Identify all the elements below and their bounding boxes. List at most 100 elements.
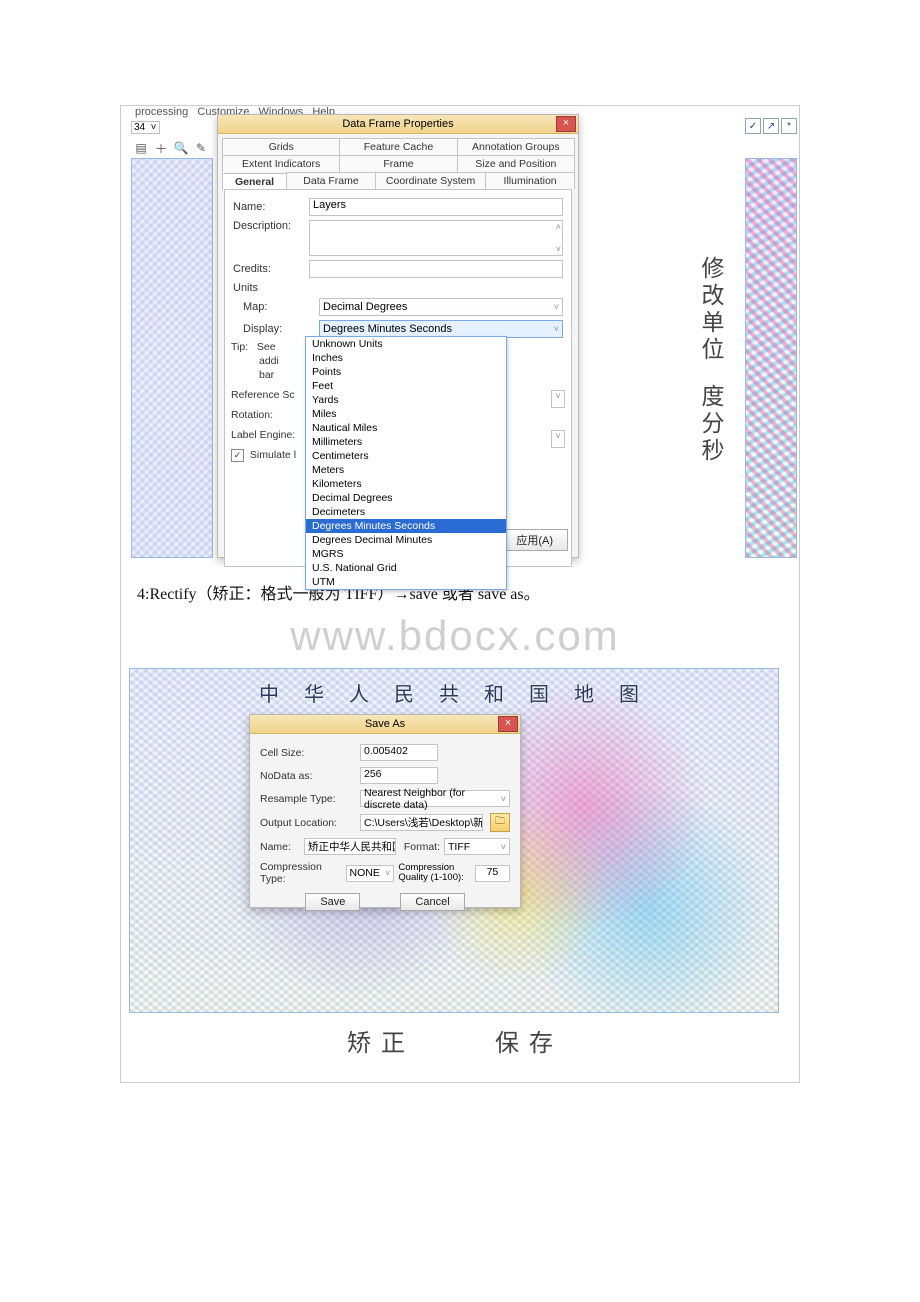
tab-data-frame[interactable]: Data Frame — [286, 172, 376, 189]
annotation-save: 保存 — [495, 1023, 563, 1058]
units-option[interactable]: Degrees Decimal Minutes — [306, 533, 506, 547]
find-icon[interactable]: 🔍 — [173, 140, 189, 156]
map-units-label: Map: — [233, 301, 313, 313]
output-location-label: Output Location: — [260, 817, 356, 829]
scroll-up-icon[interactable]: ˄ — [556, 222, 561, 232]
units-option[interactable]: Kilometers — [306, 477, 506, 491]
general-tab-body: Name: Layers Description: ˄ ˅ Credits: — [224, 189, 572, 567]
close-button[interactable]: × — [498, 716, 518, 732]
browse-folder-button[interactable]: 🗀 — [490, 813, 510, 832]
scale-combo[interactable]: 34 ˅ — [131, 121, 160, 134]
layers-icon[interactable]: ▤ — [133, 140, 149, 156]
units-label: Units — [233, 282, 303, 294]
dialog-titlebar: Data Frame Properties × — [218, 115, 578, 134]
watermark: www.bdocx.com — [131, 612, 779, 660]
units-option[interactable]: Centimeters — [306, 449, 506, 463]
units-option[interactable]: Millimeters — [306, 435, 506, 449]
figure-data-frame-properties: processing Customize Windows Help 34 ˅ ▤… — [131, 106, 779, 556]
units-option[interactable]: Nautical Miles — [306, 421, 506, 435]
tip-label: Tip: — [231, 341, 248, 353]
edit-icon[interactable]: ✎ — [193, 140, 209, 156]
format-combo[interactable]: TIFF ˅ — [444, 838, 510, 855]
simulate-checkbox[interactable]: ✓ — [231, 449, 244, 462]
label-engine-label: Label Engine: — [231, 428, 311, 442]
units-option[interactable]: Unknown Units — [306, 337, 506, 351]
dialog-title: Data Frame Properties — [342, 118, 453, 130]
tool-arrow-icon[interactable]: ↗ — [763, 118, 779, 134]
annotation-change-units: 修改单位 — [693, 256, 727, 364]
name-input[interactable]: Layers — [309, 198, 563, 216]
annotation-rectify: 矫正 — [347, 1023, 415, 1058]
display-units-dropdown[interactable]: Unknown UnitsInchesPointsFeetYardsMilesN… — [305, 336, 507, 590]
units-option[interactable]: MGRS — [306, 547, 506, 561]
dropdown-caret-icon: ˅ — [501, 794, 506, 804]
right-toolbar: ✓ ↗ * — [745, 118, 797, 134]
units-option[interactable]: UTM — [306, 575, 506, 589]
map-preview-right — [745, 158, 797, 558]
apply-button[interactable]: 应用(A) — [501, 529, 568, 551]
cell-size-input[interactable]: 0.005402 — [360, 744, 438, 761]
description-label: Description: — [233, 220, 303, 232]
units-option[interactable]: Points — [306, 365, 506, 379]
units-option[interactable]: Meters — [306, 463, 506, 477]
close-button[interactable]: × — [556, 116, 576, 132]
display-units-label: Display: — [233, 323, 313, 335]
tab-feature-cache[interactable]: Feature Cache — [339, 138, 457, 155]
figure-save-as: 中 华 人 民 共 和 国 地 图 Save As × Cell Size: 0… — [129, 668, 779, 1013]
units-option[interactable]: Yards — [306, 393, 506, 407]
resample-label: Resample Type: — [260, 793, 356, 805]
tip-text-2: addi — [231, 354, 311, 368]
compression-quality-input[interactable]: 75 — [475, 865, 510, 882]
description-textarea[interactable]: ˄ ˅ — [309, 220, 563, 256]
units-option[interactable]: Degrees Minutes Seconds — [306, 519, 506, 533]
menu-processing[interactable]: processing — [135, 106, 188, 118]
dialog-tabs: Grids Feature Cache Annotation Groups Ex… — [218, 134, 578, 189]
units-option[interactable]: Inches — [306, 351, 506, 365]
save-button[interactable]: Save — [305, 893, 360, 911]
nodata-label: NoData as: — [260, 770, 356, 782]
units-option[interactable]: Decimal Degrees — [306, 491, 506, 505]
dropdown-caret-icon: ˅ — [385, 868, 390, 878]
dropdown-caret-icon: ˅ — [554, 302, 559, 312]
units-option[interactable]: U.S. National Grid — [306, 561, 506, 575]
scale-value: 34 — [134, 122, 145, 133]
label-engine-combo-caret[interactable]: ˅ — [551, 430, 565, 448]
nodata-input[interactable]: 256 — [360, 767, 438, 784]
dropdown-caret-icon: ˅ — [554, 324, 559, 334]
units-option[interactable]: Feet — [306, 379, 506, 393]
output-location-input[interactable]: C:\Users\浅若\Desktop\新建文件夹\Ne — [360, 814, 483, 831]
tab-coordinate-system[interactable]: Coordinate System — [375, 172, 486, 189]
tab-illumination[interactable]: Illumination — [485, 172, 575, 189]
credits-input[interactable] — [309, 260, 563, 278]
compression-type-label: Compression Type: — [260, 861, 342, 885]
save-as-dialog: Save As × Cell Size: 0.005402 NoData as:… — [249, 714, 521, 908]
tab-size-position[interactable]: Size and Position — [457, 155, 575, 172]
reference-scale-combo-caret[interactable]: ˅ — [551, 390, 565, 408]
units-option[interactable]: Decimeters — [306, 505, 506, 519]
tip-text-3: bar — [231, 368, 311, 382]
dropdown-caret-icon: ˅ — [501, 842, 506, 852]
reference-scale-label: Reference Sc — [231, 388, 311, 402]
saveas-name-input[interactable]: 矫正中华人民共和国 — [304, 838, 396, 855]
saveas-body: Cell Size: 0.005402 NoData as: 256 Resam… — [250, 734, 520, 921]
credits-label: Credits: — [233, 263, 303, 275]
bottom-annotations: 矫正 保存 — [131, 1023, 779, 1058]
compression-type-value: NONE — [350, 867, 380, 879]
tab-general[interactable]: General — [222, 173, 287, 190]
cancel-button[interactable]: Cancel — [400, 893, 464, 911]
map-units-combo[interactable]: Decimal Degrees ˅ — [319, 298, 563, 316]
name-label: Name: — [233, 201, 303, 213]
scroll-down-icon[interactable]: ˅ — [556, 244, 561, 254]
add-data-icon[interactable]: ＋ — [153, 140, 169, 156]
tab-extent-indicators[interactable]: Extent Indicators — [222, 155, 340, 172]
tool-check-icon[interactable]: ✓ — [745, 118, 761, 134]
compression-type-combo[interactable]: NONE ˅ — [346, 865, 395, 882]
tab-annotation-groups[interactable]: Annotation Groups — [457, 138, 575, 155]
resample-combo[interactable]: Nearest Neighbor (for discrete data) ˅ — [360, 790, 510, 807]
cell-size-label: Cell Size: — [260, 747, 356, 759]
tab-grids[interactable]: Grids — [222, 138, 340, 155]
tab-frame[interactable]: Frame — [339, 155, 457, 172]
compression-quality-label: Compression Quality (1-100): — [398, 863, 470, 883]
units-option[interactable]: Miles — [306, 407, 506, 421]
tool-star-icon[interactable]: * — [781, 118, 797, 134]
